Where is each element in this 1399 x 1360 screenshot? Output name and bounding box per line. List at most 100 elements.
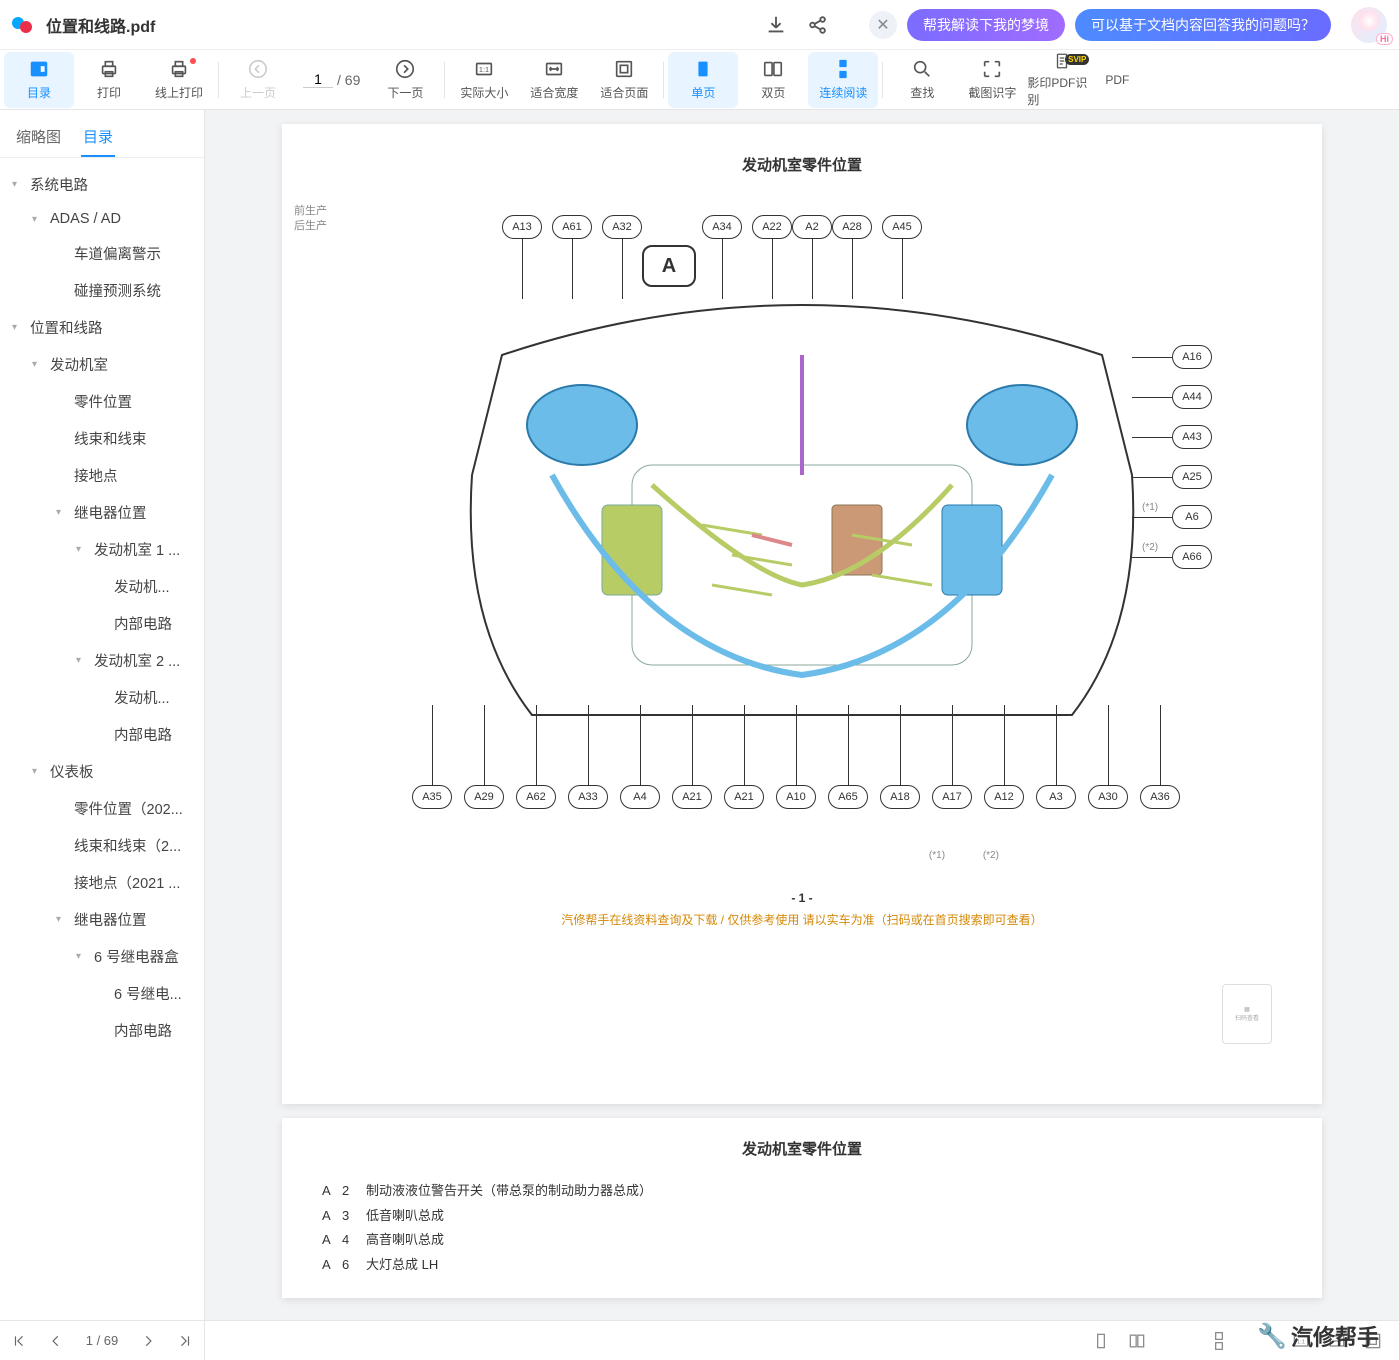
next-icon[interactable] (141, 1334, 155, 1348)
toc-item[interactable]: 接地点 (0, 457, 204, 494)
prev-icon[interactable] (49, 1334, 63, 1348)
tool-label: 截图识字 (968, 84, 1016, 101)
toc-item[interactable]: 发动机... (0, 568, 204, 605)
toolbar-divider (444, 62, 445, 98)
document-viewer[interactable]: 发动机室零件位置 前生产 后生产 (205, 110, 1399, 1360)
toc-label: 6 号继电... (114, 983, 182, 1004)
next-page-button[interactable]: 下一页 (370, 52, 440, 108)
first-page-icon[interactable] (12, 1334, 26, 1348)
production-note: 前生产 后生产 (294, 204, 327, 235)
page-indicator: / 69 (303, 71, 360, 88)
fit-page-button[interactable]: 适合页面 (589, 52, 659, 108)
toc-item[interactable]: 零件位置（202... (0, 790, 204, 827)
actual-size-button[interactable]: 1:1 实际大小 (449, 52, 519, 108)
chevron-icon: ▾ (76, 544, 88, 555)
toc-item[interactable]: 车道偏离警示 (0, 235, 204, 272)
online-print-button[interactable]: 线上打印 (144, 52, 214, 108)
single-page-button[interactable]: 单页 (668, 52, 738, 108)
svg-text:1:1: 1:1 (479, 65, 489, 74)
toc-item[interactable]: ▾发动机室 2 ... (0, 642, 204, 679)
toc-item[interactable]: 零件位置 (0, 383, 204, 420)
callout-label: A4 (620, 785, 660, 809)
tab-thumbnails[interactable]: 缩略图 (14, 118, 63, 157)
notification-dot-icon (190, 58, 196, 64)
toc-label: 发动机室 (50, 354, 108, 375)
toc-item[interactable]: ▾ 继电器位置 (0, 901, 204, 938)
toc-label: 线束和线束（2... (74, 835, 181, 856)
toc-item[interactable]: ▾6 号继电器盒 (0, 938, 204, 975)
ocr-pdf-button[interactable]: SVIP 影印PDF识别 (1027, 52, 1097, 108)
user-avatar[interactable]: Hi (1351, 7, 1387, 43)
bottom-footnotes: (*1) (*2) (322, 845, 1282, 861)
tab-toc[interactable]: 目录 (81, 118, 115, 157)
toc-item[interactable]: 线束和线束（2... (0, 827, 204, 864)
tool-label: 打印 (97, 84, 121, 101)
chevron-icon: ▾ (32, 359, 44, 370)
toc-item[interactable]: 碰撞预测系统 (0, 272, 204, 309)
toc-label: 线束和线束 (74, 428, 147, 449)
chevron-icon: ▾ (56, 507, 68, 518)
double-view-icon[interactable] (1127, 1331, 1147, 1351)
callout-label: A10 (776, 785, 816, 809)
toolbar-divider (218, 62, 219, 98)
footer-total: / 69 (97, 1333, 119, 1348)
fit-width-button[interactable]: 适合宽度 (519, 52, 589, 108)
pdf-more-button[interactable]: PDF (1097, 52, 1137, 108)
callout-label: A18 (880, 785, 920, 809)
continuous-icon (832, 58, 854, 80)
toc-item[interactable]: 内部电路 (0, 605, 204, 642)
toolbar-divider (663, 62, 664, 98)
last-page-icon[interactable] (178, 1334, 192, 1348)
toc-item[interactable]: 线束和线束 (0, 420, 204, 457)
callout-label: A3 (1036, 785, 1076, 809)
chevron-icon: ▾ (76, 655, 88, 666)
toc-item[interactable]: ▾系统电路 (0, 166, 204, 203)
share-icon[interactable] (807, 14, 829, 36)
document-title: 位置和线路.pdf (46, 13, 155, 37)
callout-label: A36 (1140, 785, 1180, 809)
toc-label: 继电器位置 (74, 909, 147, 930)
ai-suggestion-pill-2[interactable]: 可以基于文档内容回答我的问题吗？ (1075, 9, 1331, 41)
toc-label: 接地点 (74, 465, 118, 486)
toc-label: 碰撞预测系统 (74, 280, 161, 301)
prev-page-button[interactable]: 上一页 (223, 52, 293, 108)
page-input[interactable] (303, 71, 333, 88)
actual-size-icon: 1:1 (473, 58, 495, 80)
double-page-button[interactable]: 双页 (738, 52, 808, 108)
find-button[interactable]: 查找 (887, 52, 957, 108)
toc-item[interactable]: 接地点（2021 ... (0, 864, 204, 901)
ocr-crop-button[interactable]: 截图识字 (957, 52, 1027, 108)
chevron-icon: ▾ (12, 179, 24, 190)
toc-item[interactable]: ▾发动机室 1 ... (0, 531, 204, 568)
toc-item[interactable]: 6 号继电... (0, 975, 204, 1012)
toc-item[interactable]: ▾ 发动机室 (0, 346, 204, 383)
toc-item[interactable]: ▾继电器位置 (0, 494, 204, 531)
viewer-footer: 1:1 (205, 1320, 1399, 1360)
footer-page: 1 (86, 1333, 93, 1348)
toc-item[interactable]: 内部电路 (0, 716, 204, 753)
chevron-icon: ▾ (56, 914, 68, 925)
toc-item[interactable]: 发动机... (0, 679, 204, 716)
continuous-button[interactable]: 连续阅读 (808, 52, 878, 108)
scroll-view-icon[interactable] (1209, 1331, 1229, 1351)
title-bar: 位置和线路.pdf ✕ 帮我解读下我的梦境 可以基于文档内容回答我的问题吗？ H… (0, 0, 1399, 50)
print-button[interactable]: 打印 (74, 52, 144, 108)
toc-item[interactable]: ▾位置和线路 (0, 309, 204, 346)
toc-item[interactable]: ▾ADAS / AD (0, 203, 204, 235)
toc-item[interactable]: 内部电路 (0, 1012, 204, 1049)
download-icon[interactable] (765, 14, 787, 36)
tool-label: 影印PDF识别 (1027, 74, 1097, 108)
double-page-icon (762, 58, 784, 80)
online-print-icon (168, 58, 190, 80)
page-number: - 1 - (322, 891, 1282, 905)
toc-item[interactable]: ▾仪表板 (0, 753, 204, 790)
footer-note: 汽修帮手在线资料查询及下载 / 仅供参考使用 请以实车为准（扫码或在首页搜索即可… (322, 911, 1282, 928)
tool-label: 下一页 (387, 84, 423, 101)
single-view-icon[interactable] (1091, 1331, 1111, 1351)
callout-label: A32 (602, 215, 642, 239)
close-suggestions-button[interactable]: ✕ (869, 11, 897, 39)
catalog-button[interactable]: 目录 (4, 52, 74, 108)
toc-tree: ▾系统电路▾ADAS / AD车道偏离警示碰撞预测系统 ▾位置和线路 ▾ 发动机室零件… (0, 158, 204, 1320)
ai-suggestion-pill-1[interactable]: 帮我解读下我的梦境 (907, 9, 1065, 41)
callout-label: A16 (1172, 345, 1212, 369)
